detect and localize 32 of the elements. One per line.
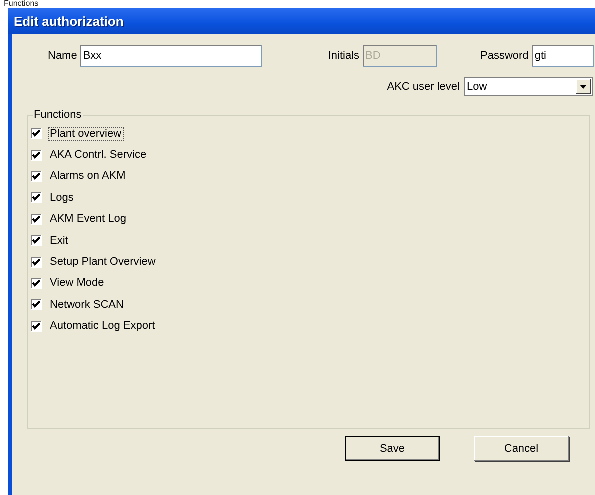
checkbox-label[interactable]: Setup Plant Overview <box>48 255 158 270</box>
checkbox[interactable] <box>31 320 42 332</box>
checkbox[interactable] <box>31 192 42 204</box>
checkbox[interactable] <box>31 150 42 161</box>
name-field[interactable]: Bxx <box>80 45 262 67</box>
window-title: Edit authorization <box>14 14 124 28</box>
checkbox[interactable] <box>31 235 42 246</box>
save-button[interactable]: Save <box>345 436 440 461</box>
cancel-button[interactable]: Cancel <box>474 436 569 461</box>
checkbox-label[interactable]: Alarms on AKM <box>48 169 128 184</box>
field-label: Initials <box>328 50 360 62</box>
checkbox-label[interactable]: Logs <box>48 190 76 205</box>
user-level-dropdown[interactable]: Low <box>464 77 593 96</box>
checkbox[interactable] <box>31 170 42 182</box>
checkbox-label[interactable]: Exit <box>48 234 70 248</box>
group-title: Functions <box>33 109 83 121</box>
checkbox[interactable] <box>31 256 42 268</box>
field-label: Name <box>48 50 78 62</box>
checkbox[interactable] <box>31 278 42 289</box>
checkbox[interactable] <box>31 128 42 140</box>
field-label: Password <box>480 50 529 62</box>
checkbox-label[interactable]: Plant overview <box>48 126 124 141</box>
field-label: AKC user level <box>387 80 460 92</box>
checkbox-label[interactable]: Automatic Log Export <box>48 319 158 334</box>
checkbox[interactable] <box>31 214 42 225</box>
checkbox[interactable] <box>31 299 42 310</box>
page-heading: Functions <box>3 0 40 8</box>
checkbox-label[interactable]: AKM Event Log <box>48 212 128 226</box>
checkbox-label[interactable]: AKA Contrl. Service <box>48 148 149 162</box>
checkbox-label[interactable]: Network SCAN <box>48 298 126 312</box>
checkbox-label[interactable]: View Mode <box>48 276 106 290</box>
password-field[interactable]: gti <box>532 45 594 67</box>
